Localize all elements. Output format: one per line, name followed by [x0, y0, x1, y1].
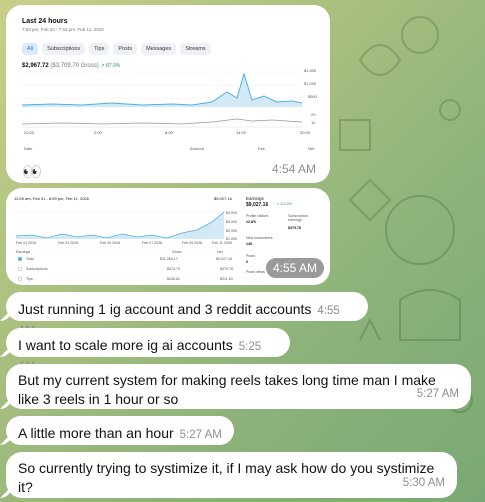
message-text: A little more than an hour [18, 425, 174, 441]
sub-earnings-value: $379.78 [288, 226, 301, 230]
x-tick-1: 2:00 [94, 130, 102, 135]
y-tick-500: $500 [308, 94, 317, 99]
posts-views-label: Posts views [246, 270, 265, 274]
x-tick-feb03: Feb 03 2026 [58, 241, 79, 245]
x-tick-4: 20:00 [300, 130, 311, 135]
stats-line-chart [21, 71, 303, 128]
table-header-earnings: Earnings [16, 250, 31, 254]
earnings-chart-image[interactable]: 12:00 am, Feb 01 - 8:59 pm, Feb 11, 2026… [12, 192, 240, 282]
x-tick-0: 20:00 [24, 130, 35, 135]
x-tick-feb07: Feb 07 2026 [142, 241, 163, 245]
x-tick-feb05: Feb 05 2026 [100, 241, 121, 245]
row-subs-gross: $474.73 [167, 267, 180, 271]
earnings-value: $9,027.16 [246, 202, 269, 208]
row-subs-net: $379.78 [220, 267, 233, 271]
message-text: Just running 1 ig account and 3 reddit a… [18, 301, 312, 317]
eyes-emoji: 👀 [22, 164, 42, 181]
earnings-screenshot-message[interactable]: 12:00 am, Feb 01 - 8:59 pm, Feb 11, 2026… [6, 188, 330, 285]
stats-screenshot-image[interactable]: Last 24 hours 7:53 pm, Feb 10 - 7:53 pm,… [12, 10, 318, 151]
message-time-badge: 4:55 AM [265, 258, 324, 278]
row-total-label: Total [26, 257, 34, 261]
x-tick-feb09: Feb 09 2026 [182, 241, 203, 245]
stats-screenshot-message[interactable]: Last 24 hours 7:53 pm, Feb 10 - 7:53 pm,… [6, 5, 330, 183]
new-subs-value: 145 [246, 242, 252, 246]
y-tick-3000: $3,000 [226, 220, 237, 224]
y-tick-1000: $1,000 [304, 81, 317, 86]
new-subs-label: New subscribers [246, 236, 273, 240]
message-time: 5:27 AM [416, 388, 459, 401]
x-tick-2: 8:00 [165, 130, 173, 135]
posts-value: 0 [246, 260, 248, 264]
message-text: But my current system for making reels t… [18, 372, 436, 407]
earnings-change-value: 113.0% [280, 202, 292, 206]
row-subs-label: Subscriptions [26, 267, 48, 271]
row-total-net: $9,027.16 [216, 257, 232, 261]
message-bubble[interactable]: Just running 1 ig account and 3 reddit a… [6, 292, 368, 337]
x-tick-3: 14:00 [236, 130, 247, 135]
message-bubble[interactable]: But my current system for making reels t… [6, 364, 471, 409]
message-bubble[interactable]: So currently trying to systimize it, if … [6, 452, 457, 498]
y-tick-2000: $2,000 [226, 229, 237, 233]
y-tick-20: 20 [311, 112, 316, 117]
message-time: 5:27 AM [179, 429, 222, 441]
table-header-net: Net [217, 250, 223, 254]
message-text: So currently trying to systimize it, if … [18, 460, 435, 495]
x-tick-feb01: Feb 01 2026 [16, 241, 37, 245]
earnings-label: Earnings [246, 196, 264, 201]
message-bubble[interactable]: I want to scale more ig ai accounts 5:25 … [6, 328, 290, 373]
sub-earnings-label: Subscription earnings [288, 214, 308, 222]
message-text: I want to scale more ig ai accounts [18, 337, 233, 353]
message-bubble[interactable]: A little more than an hour 5:27 AM [6, 416, 234, 445]
table-header-gross: Gross [172, 250, 182, 254]
y-tick-10: 10 [311, 120, 316, 125]
message-time: 4:54 AM [271, 162, 316, 176]
profile-visitors-label: Profile visitors [246, 214, 269, 218]
y-tick-1500: $1,500 [304, 68, 317, 73]
footer-date: Date [24, 146, 33, 151]
earnings-change: ↗ 113.0% [276, 202, 292, 206]
row-tips-gross: $248.81 [167, 277, 180, 281]
posts-label: Posts [246, 254, 255, 258]
profile-visitors-value: 12.8% [246, 220, 257, 224]
footer-net: Net [308, 146, 315, 151]
y-tick-4000: $4,000 [226, 211, 237, 215]
row-tips-label: Tips [26, 277, 33, 281]
row-total-gross: $11,284.17 [160, 257, 178, 261]
footer-fee: Fee [258, 146, 265, 151]
row-tips-net: $211.53 [220, 277, 233, 281]
message-time: 5:30 AM [402, 477, 445, 490]
footer-amount: Amount [190, 146, 204, 151]
x-tick-feb11: Feb 11 2026 [212, 241, 232, 245]
